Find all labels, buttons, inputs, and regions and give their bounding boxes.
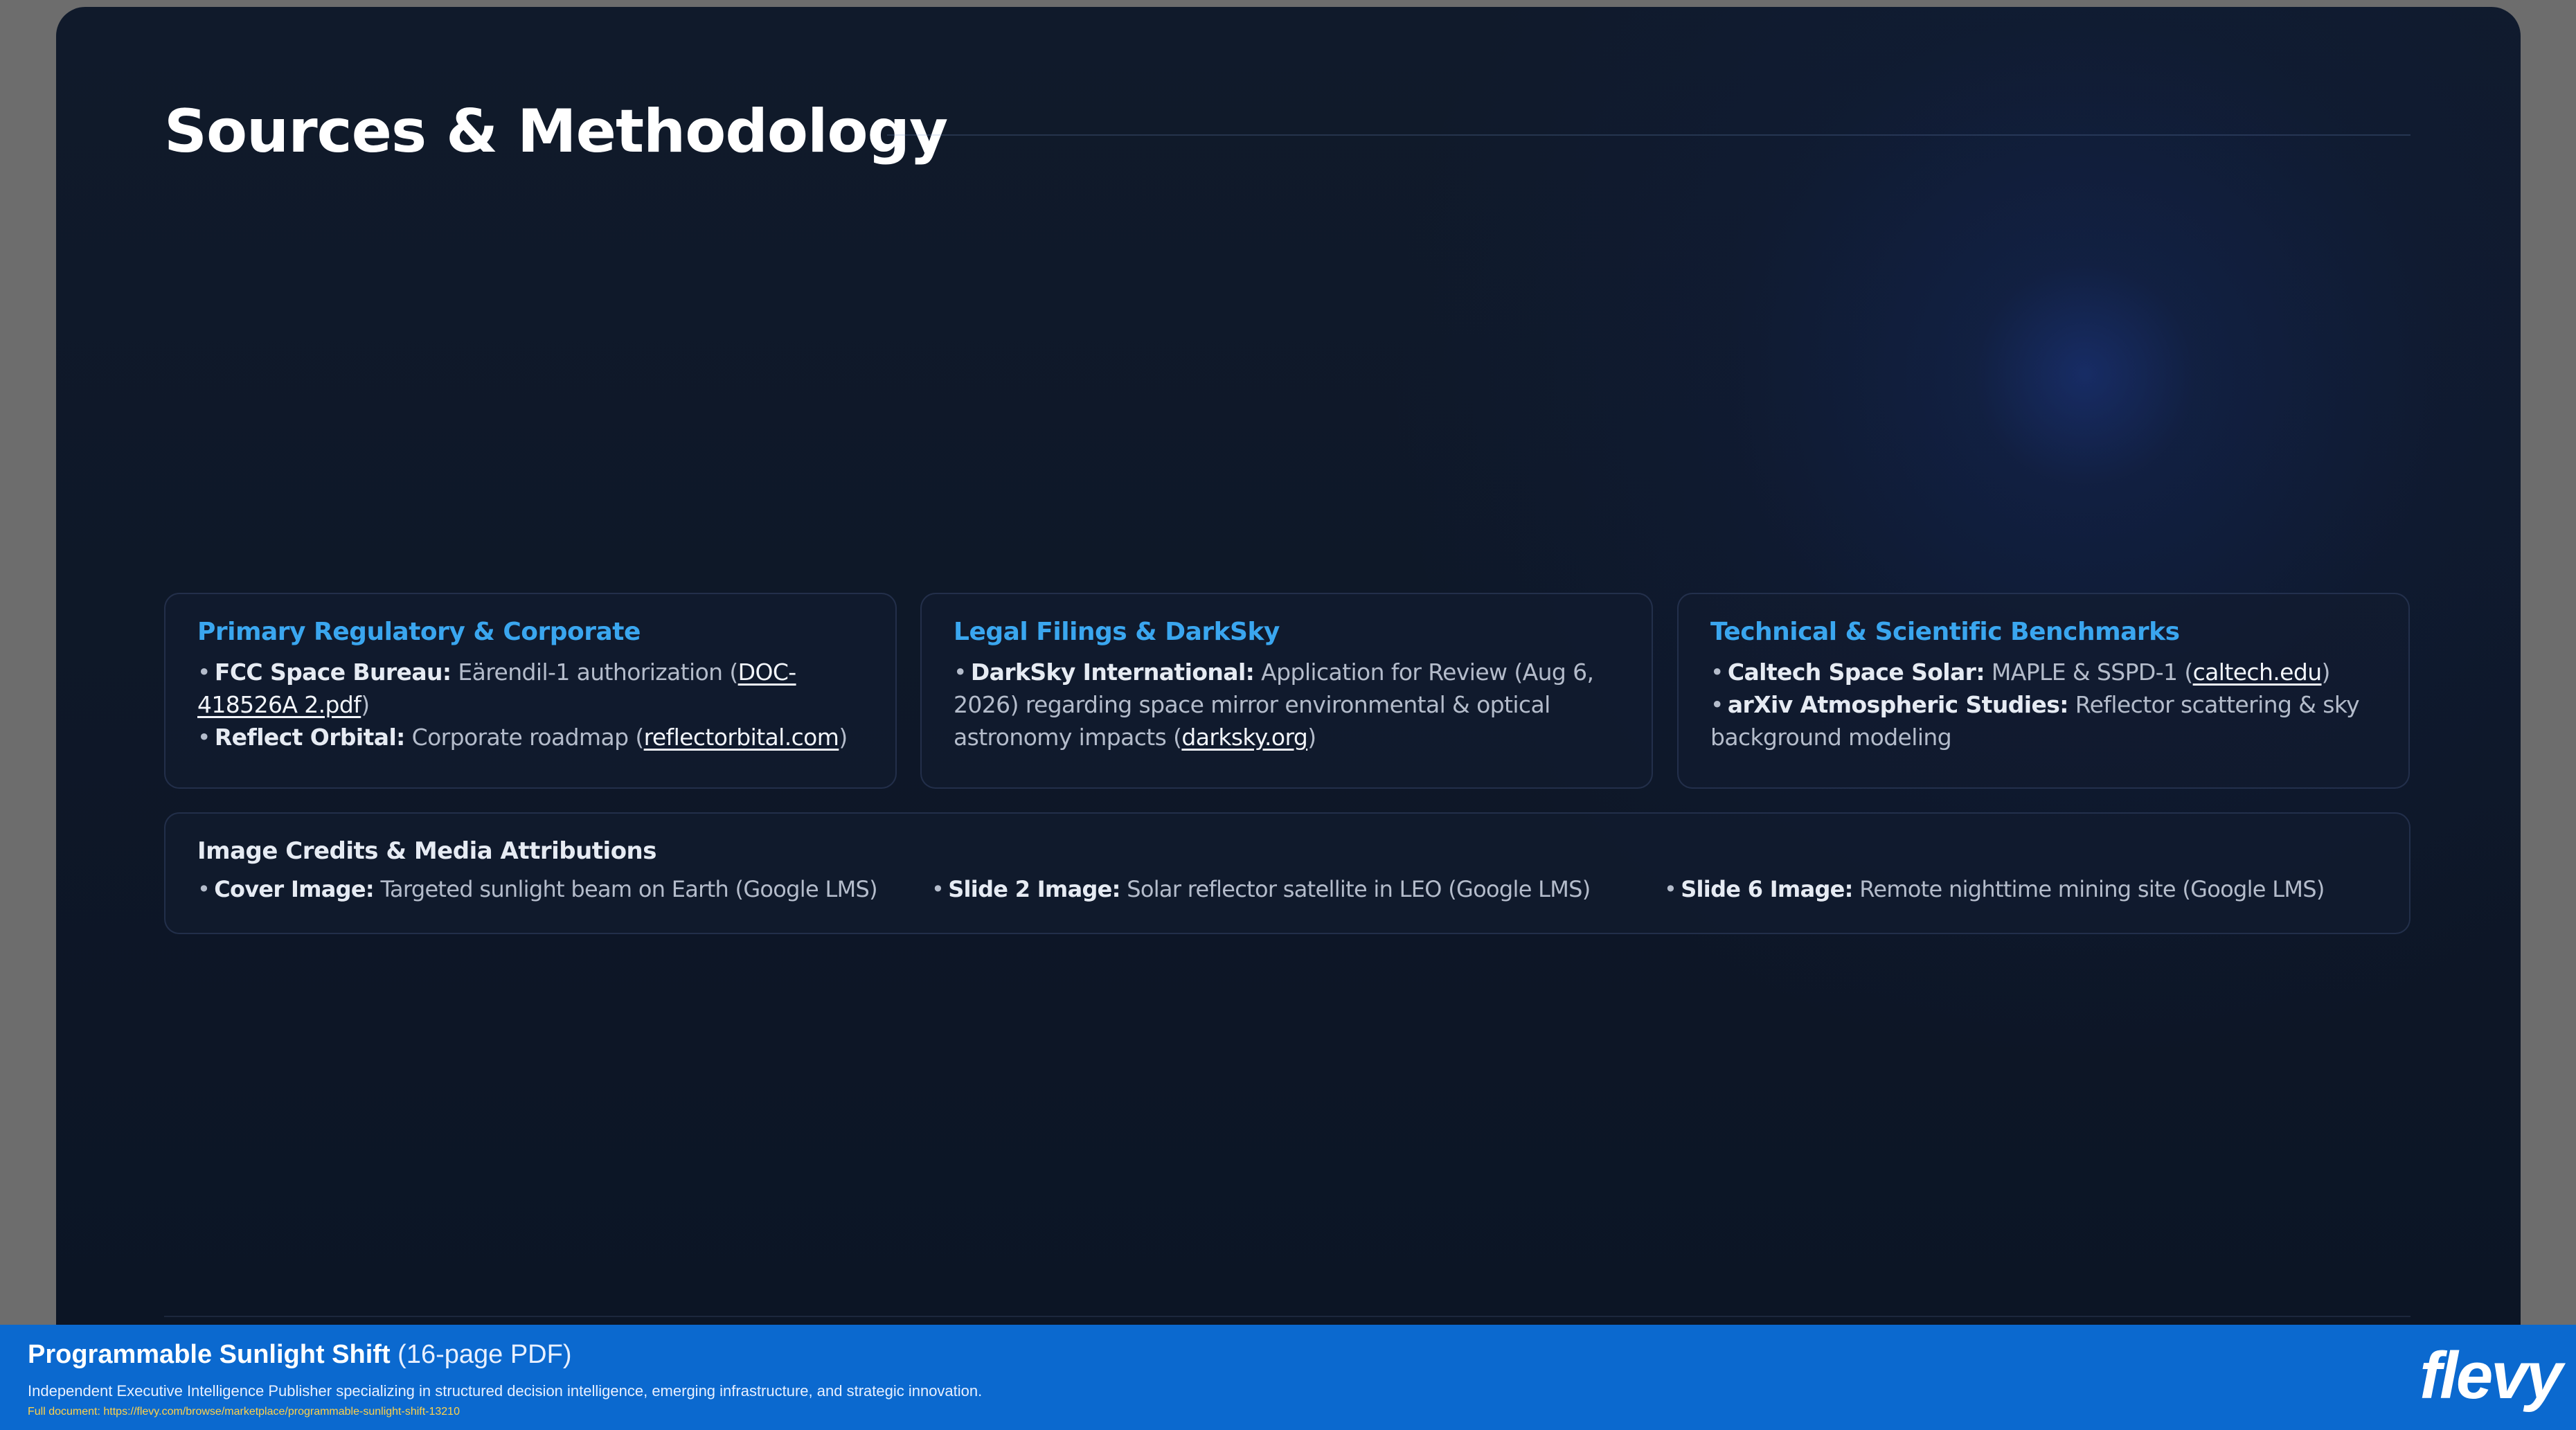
source-cards: Primary Regulatory & Corporate • FCC Spac… [164, 593, 2410, 789]
list-item: • Reflect Orbital: Corporate roadmap (ref… [197, 721, 865, 753]
list-item: • FCC Space Bureau: Eärendil-1 authorizat… [197, 656, 865, 721]
card-body: • DarkSky International: Application for … [954, 656, 1621, 753]
credit-item: • Slide 6 Image: Remote nighttime mining … [1664, 873, 2325, 906]
item-close: ) [2321, 659, 2331, 686]
card-title: Legal Filings & DarkSky [954, 618, 1280, 646]
credit-label: Cover Image: [214, 876, 375, 902]
bullet: • [931, 876, 945, 902]
credit-label: Slide 6 Image: [1681, 876, 1853, 902]
bottom-divider [164, 1316, 2410, 1317]
credits-row: • Cover Image: Targeted sunlight beam on … [197, 873, 2379, 908]
bullet: • [1710, 659, 1724, 686]
credit-item: • Slide 2 Image: Solar reflector satellit… [931, 873, 1591, 906]
list-item: • arXiv Atmospheric Studies: Reflector sc… [1710, 688, 2378, 753]
credit-label: Slide 2 Image: [948, 876, 1120, 902]
bullet: • [197, 659, 211, 686]
slide-title: Sources & Methodology [164, 97, 948, 166]
bullet: • [1664, 876, 1677, 902]
card-body: • FCC Space Bureau: Eärendil-1 authorizat… [197, 656, 865, 753]
footer-title: Programmable Sunlight Shift (16-page PDF… [28, 1340, 572, 1370]
credits-title: Image Credits & Media Attributions [197, 837, 657, 865]
item-close: ) [839, 724, 848, 751]
bullet: • [1710, 691, 1724, 718]
title-divider [887, 134, 2410, 136]
item-label: Caltech Space Solar: [1727, 659, 1985, 686]
credit-text: Remote nighttime mining site (Google LMS… [1852, 876, 2325, 902]
item-label: arXiv Atmospheric Studies: [1727, 691, 2069, 718]
item-text: Eärendil-1 authorization ( [451, 659, 738, 686]
item-label: FCC Space Bureau: [214, 659, 451, 686]
credit-text: Solar reflector satellite in LEO (Google… [1120, 876, 1591, 902]
credit-text: Targeted sunlight beam on Earth (Google … [374, 876, 877, 902]
list-item: • DarkSky International: Application for … [954, 656, 1621, 753]
source-link[interactable]: caltech.edu [2193, 659, 2322, 686]
bullet: • [197, 724, 211, 751]
item-label: Reflect Orbital: [214, 724, 405, 751]
card-primary-regulatory: Primary Regulatory & Corporate • FCC Spac… [164, 593, 897, 789]
item-text: MAPLE & SSPD-1 ( [1984, 659, 2193, 686]
item-label: DarkSky International: [970, 659, 1255, 686]
publisher-description: Independent Executive Intelligence Publi… [28, 1382, 983, 1400]
slide: Sources & Methodology Primary Regulatory… [56, 7, 2521, 1326]
card-title: Technical & Scientific Benchmarks [1710, 618, 2180, 646]
bullet: • [954, 659, 967, 686]
image-credits-card: Image Credits & Media Attributions • Cove… [164, 812, 2410, 934]
card-technical-benchmarks: Technical & Scientific Benchmarks • Calte… [1677, 593, 2410, 789]
item-close: ) [361, 691, 370, 718]
page-count: (16-page PDF) [390, 1340, 572, 1369]
source-link[interactable]: reflectorbital.com [644, 724, 839, 751]
list-item: • Caltech Space Solar: MAPLE & SSPD-1 (ca… [1710, 656, 2378, 688]
footer-banner: Programmable Sunlight Shift (16-page PDF… [0, 1325, 2576, 1430]
source-link[interactable]: darksky.org [1181, 724, 1307, 751]
item-close: ) [1307, 724, 1316, 751]
full-document-link[interactable]: Full document: https://flevy.com/browse/… [28, 1406, 460, 1418]
card-title: Primary Regulatory & Corporate [197, 618, 641, 646]
item-text: Corporate roadmap ( [404, 724, 645, 751]
flevy-logo[interactable]: flevy [2420, 1341, 2563, 1411]
bullet: • [197, 876, 211, 902]
document-title: Programmable Sunlight Shift [28, 1340, 391, 1369]
card-body: • Caltech Space Solar: MAPLE & SSPD-1 (ca… [1710, 656, 2378, 753]
credit-item: • Cover Image: Targeted sunlight beam on … [197, 873, 878, 906]
card-legal-filings: Legal Filings & DarkSky • DarkSky Interna… [920, 593, 1653, 789]
